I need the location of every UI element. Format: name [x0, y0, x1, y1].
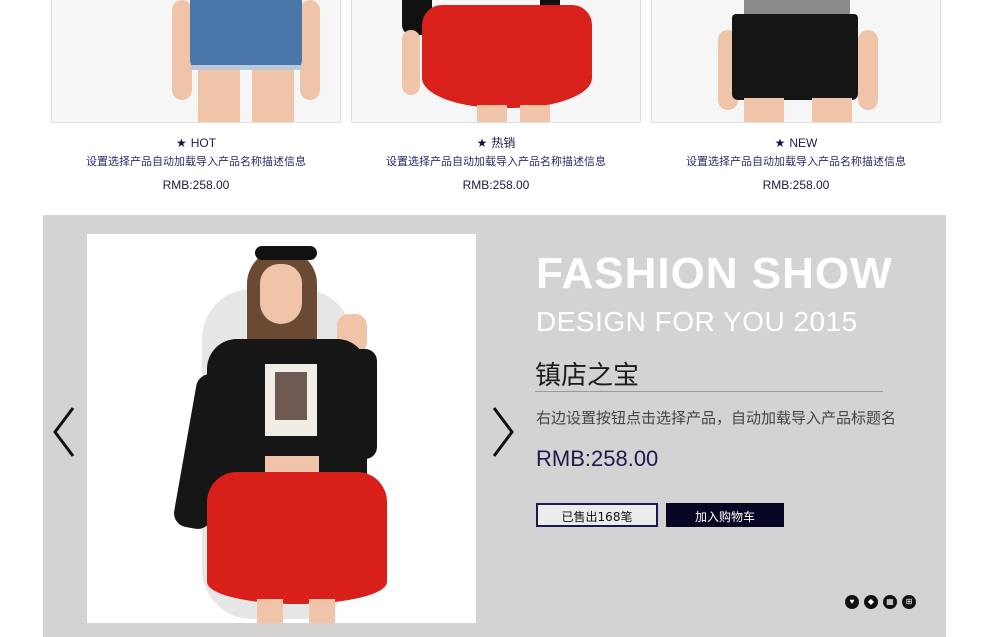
- add-to-cart-button[interactable]: 加入购物车: [666, 503, 784, 527]
- product-price: RMB:258.00: [162, 178, 230, 192]
- product-image-denim-shorts[interactable]: [51, 0, 341, 123]
- star-icon: ★: [476, 136, 488, 150]
- product-badge: ★ HOT: [175, 136, 217, 150]
- feature-heading: 镇店之宝: [535, 361, 640, 391]
- star-icon: ★: [175, 136, 187, 150]
- tag-icon[interactable]: ◆: [864, 595, 878, 609]
- prev-arrow-icon[interactable]: [51, 406, 77, 458]
- product-card[interactable]: ★ 热销 设置选择产品自动加载导入产品名称描述信息 RMB:258.00: [351, 0, 641, 192]
- product-image-black-shorts[interactable]: [651, 0, 941, 123]
- product-image-red-skirt[interactable]: [351, 0, 641, 123]
- product-description[interactable]: 设置选择产品自动加载导入产品名称描述信息: [651, 155, 941, 169]
- feature-title: FASHION SHOW: [536, 249, 893, 298]
- product-description[interactable]: 设置选择产品自动加载导入产品名称描述信息: [351, 155, 641, 169]
- product-price: RMB:258.00: [762, 178, 830, 192]
- product-badge: ★ NEW: [774, 136, 818, 150]
- feature-price: RMB:258.00: [536, 446, 659, 471]
- share-icons: ♥ ◆ ▦ ⊞: [845, 595, 921, 609]
- featured-product-panel: FASHION SHOW DESIGN FOR YOU 2015 镇店之宝 右边…: [43, 215, 946, 637]
- product-badge: ★ 热销: [476, 136, 516, 150]
- product-price: RMB:258.00: [462, 178, 530, 192]
- product-card[interactable]: ★ HOT 设置选择产品自动加载导入产品名称描述信息 RMB:258.00: [51, 0, 341, 192]
- next-arrow-icon[interactable]: [490, 406, 516, 458]
- star-icon: ★: [774, 136, 786, 150]
- divider: [535, 391, 883, 392]
- featured-product-image[interactable]: [87, 234, 476, 623]
- product-description[interactable]: 设置选择产品自动加载导入产品名称描述信息: [51, 155, 341, 169]
- heart-icon[interactable]: ♥: [845, 595, 859, 609]
- cart-icon[interactable]: ⊞: [902, 595, 916, 609]
- grid-icon[interactable]: ▦: [883, 595, 897, 609]
- sold-count-button[interactable]: 已售出168笔: [536, 503, 658, 527]
- product-card[interactable]: ★ NEW 设置选择产品自动加载导入产品名称描述信息 RMB:258.00: [651, 0, 941, 192]
- feature-subtitle: DESIGN FOR YOU 2015: [536, 306, 858, 337]
- feature-description[interactable]: 右边设置按钮点击选择产品，自动加载导入产品标题名: [536, 407, 896, 428]
